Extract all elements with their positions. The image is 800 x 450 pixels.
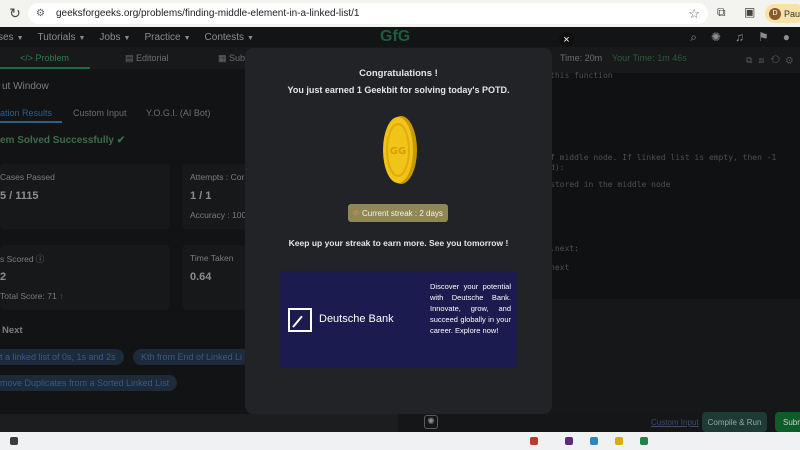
tab-yogi-bot[interactable]: Y.O.G.I. (AI Bot) <box>146 108 210 118</box>
editor-toolbar-icons: ⧉⧈⟲⚙ <box>746 55 800 65</box>
taskbar-app-icon[interactable] <box>615 437 623 445</box>
translate-icon[interactable]: ⚑ <box>758 30 769 45</box>
tab-compilation-results[interactable]: ation Results <box>0 108 52 118</box>
points-value: 2 <box>0 271 7 283</box>
ad-text: Discover your potential with Deutsche Ba… <box>430 282 511 335</box>
user-avatar-icon[interactable]: ● <box>783 30 790 45</box>
code-line: stored in the middle node <box>550 180 671 189</box>
info-icon[interactable]: ⓘ <box>36 254 45 264</box>
tab-custom-input[interactable]: Custom Input <box>73 108 127 118</box>
bookmark-star-icon[interactable]: ☆ <box>688 6 700 22</box>
advertisement-banner[interactable]: Deutsche Bank Discover your potential wi… <box>280 271 517 368</box>
your-time: Your Time: 1m 46s <box>612 53 687 63</box>
cases-passed-value: 5 / 1115 <box>0 190 39 202</box>
modal-title: Congratulations ! <box>359 68 438 79</box>
check-circle-icon: ✔ <box>116 135 126 146</box>
taskbar-app-icon[interactable] <box>565 437 573 445</box>
nav-item-jobs[interactable]: Jobs ▼ <box>99 32 130 43</box>
gfg-logo[interactable]: GfG <box>380 28 410 46</box>
taskbar <box>0 432 800 450</box>
accuracy-text: Accuracy : 100 <box>190 210 247 220</box>
close-icon[interactable]: × <box>559 32 574 47</box>
address-bar[interactable]: ⚙ geeksforgeeks.org/problems/finding-mid… <box>28 3 708 24</box>
submit-button[interactable]: Subm <box>775 412 800 432</box>
theme-toggle-icon[interactable]: ✺ <box>711 30 721 45</box>
tab-editorial[interactable]: ▤ Editorial <box>125 53 169 64</box>
points-card: s Scored ⓘ 2 Total Score: 71 ↑ <box>0 245 170 310</box>
ai-assist-icon[interactable]: ✺ <box>424 415 438 429</box>
svg-text:GG: GG <box>390 146 406 157</box>
ad-brand-name: Deutsche Bank <box>319 313 394 325</box>
code-line: .next: <box>550 244 579 253</box>
fire-icon: 🔥︎ <box>353 208 359 217</box>
code-line: d): <box>550 163 565 172</box>
code-line: f middle node. If linked list is empty, … <box>550 153 777 162</box>
attempts-label: Attempts : Cor <box>190 172 245 182</box>
sidepanel-icon[interactable]: ▣ <box>744 5 755 19</box>
avatar: D <box>769 7 781 20</box>
arrow-up-icon: ↑ <box>59 291 64 301</box>
next-heading: Next <box>2 325 23 336</box>
potd-congrats-modal: Congratulations ! You just earned 1 Geek… <box>245 48 552 414</box>
windows-start-icon[interactable] <box>10 437 18 445</box>
profile-button[interactable]: D Paus <box>765 4 800 23</box>
deutsche-bank-logo-icon <box>288 308 312 332</box>
tab-problem[interactable]: </> Problem <box>20 53 69 63</box>
nav-item-contests[interactable]: Contests ▼ <box>205 32 254 43</box>
test-cases-card: Cases Passed 5 / 1115 <box>0 164 170 229</box>
suggestion-chip[interactable]: Kth from End of Linked Li <box>133 349 251 365</box>
earned-message: You just earned 1 Geekbit for solving to… <box>287 85 510 95</box>
current-streak-badge: 🔥︎ Current streak : 2 days <box>348 204 448 222</box>
timer-limit: Time: 20m <box>560 53 603 63</box>
profile-label: Paus <box>784 8 800 19</box>
points-label: s Scored ⓘ <box>0 254 45 264</box>
taskbar-app-icon[interactable] <box>640 437 648 445</box>
keep-up-message: Keep up your streak to earn more. See yo… <box>288 238 509 248</box>
total-score: Total Score: 71 ↑ <box>0 291 64 301</box>
extensions-icon[interactable]: ⧉ <box>717 5 726 20</box>
time-label: Time Taken <box>190 253 234 263</box>
time-value: 0.64 <box>190 271 212 283</box>
code-line: this function <box>550 71 613 80</box>
compile-run-button[interactable]: Compile & Run <box>702 412 767 432</box>
nav-item-courses[interactable]: ses ▼ <box>0 32 24 43</box>
suggestion-chip[interactable]: t a linked list of 0s, 1s and 2s <box>0 349 124 365</box>
cases-passed-label: Cases Passed <box>0 172 55 182</box>
solved-status: em Solved Successfully ✔ <box>0 135 126 146</box>
taskbar-app-icon[interactable] <box>590 437 598 445</box>
output-window-title: ut Window <box>2 81 49 92</box>
nav-item-tutorials[interactable]: Tutorials ▼ <box>38 32 86 43</box>
url-text: geeksforgeeks.org/problems/finding-middl… <box>56 8 360 19</box>
reload-icon[interactable]: ↻ <box>4 2 26 24</box>
suggestion-chip[interactable]: move Duplicates from a Sorted Linked Lis… <box>0 375 178 391</box>
geekbit-coin-icon: GG <box>382 114 418 186</box>
search-icon[interactable]: ⌕ <box>690 30 697 45</box>
code-line: next <box>550 263 570 272</box>
active-tab-indicator <box>0 121 62 123</box>
custom-input-link[interactable]: Custom Input <box>651 418 699 427</box>
notification-bell-icon[interactable]: ♫ <box>735 30 744 45</box>
streak-label: Current streak : 2 days <box>361 208 443 218</box>
browser-toolbar: ↻ ⚙ geeksforgeeks.org/problems/finding-m… <box>0 0 800 27</box>
taskbar-app-icon[interactable] <box>530 437 538 445</box>
site-info-icon[interactable]: ⚙ <box>36 8 48 20</box>
nav-item-practice[interactable]: Practice ▼ <box>144 32 190 43</box>
attempts-value: 1 / 1 <box>190 190 212 202</box>
